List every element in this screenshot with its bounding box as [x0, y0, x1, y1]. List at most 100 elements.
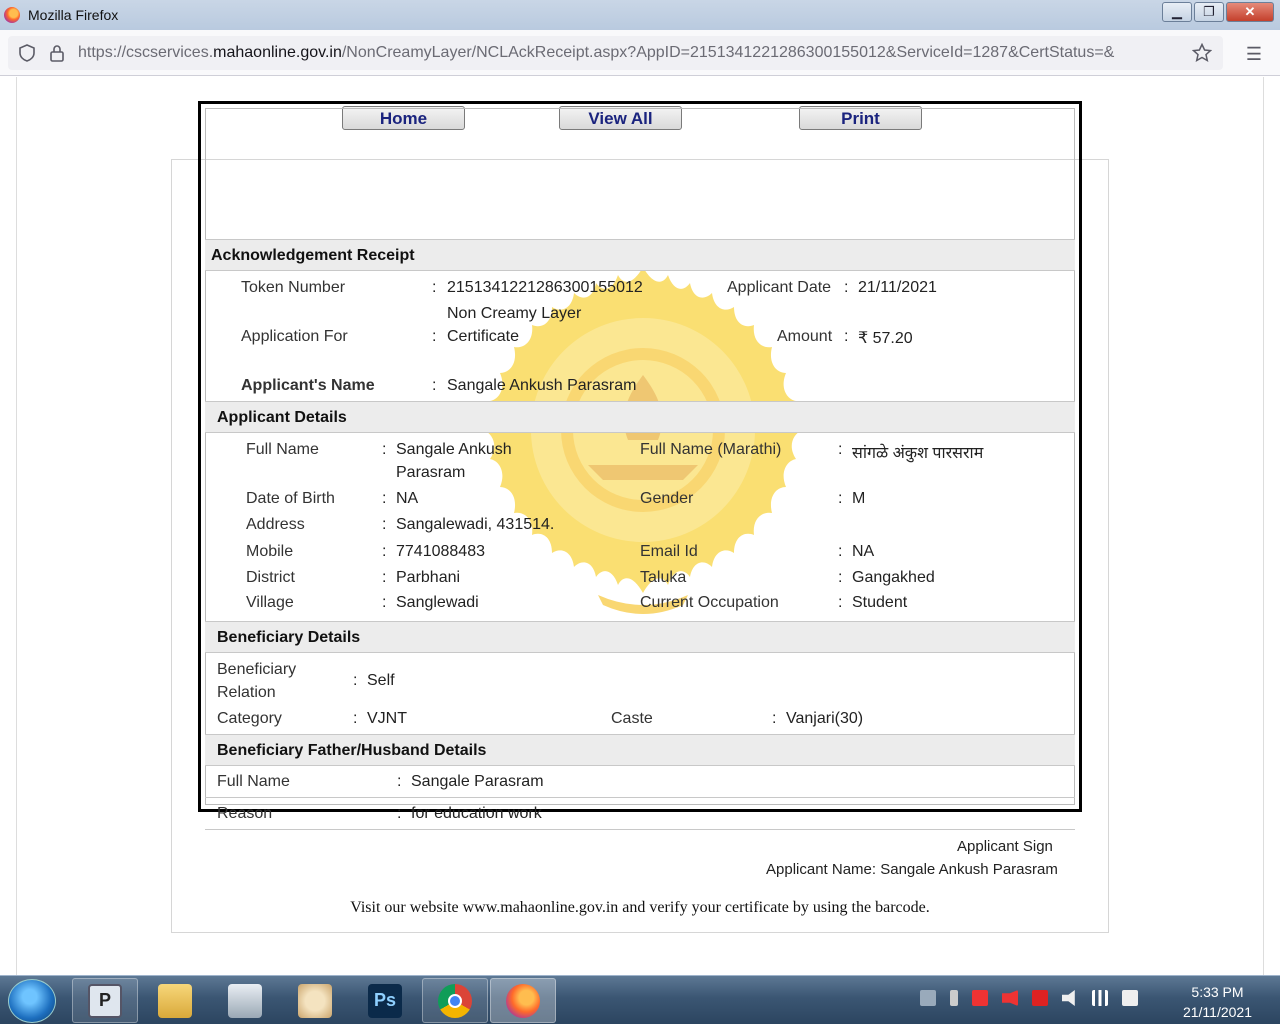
colon: :: [353, 672, 358, 689]
mobile-label: Mobile: [246, 543, 294, 560]
token-number-label: Token Number: [241, 279, 346, 296]
system-clock[interactable]: 5:33 PM 21/11/2021: [1183, 982, 1252, 1022]
district-value: Parbhani: [396, 569, 461, 586]
taskbar-photoshop[interactable]: Ps: [352, 978, 418, 1023]
beneficiary-relation-label-line1: Beneficiary: [217, 661, 297, 678]
colon: :: [838, 543, 843, 560]
taluka-label: Taluka: [640, 569, 687, 586]
page-border-left: [16, 77, 17, 975]
section-father-husband: Beneficiary Father/Husband Details: [205, 734, 1075, 766]
lock-icon[interactable]: [46, 42, 68, 64]
system-tray: [920, 990, 1152, 1006]
section-applicant-details: Applicant Details: [205, 401, 1075, 433]
page-border-right: [1263, 77, 1264, 975]
firefox-icon: [506, 983, 540, 1018]
taskbar-chrome[interactable]: [422, 978, 488, 1023]
full-name-marathi-label: Full Name (Marathi): [640, 441, 782, 458]
colon: :: [432, 279, 437, 296]
applicant-date-label: Applicant Date: [727, 279, 832, 296]
taskbar-scanner[interactable]: [212, 978, 278, 1023]
token-number-value: 2151341221286300155012: [447, 279, 643, 296]
colon: :: [397, 773, 402, 790]
beneficiary-relation-value: Self: [367, 672, 395, 689]
volume-icon[interactable]: [1062, 990, 1075, 1006]
network-signal-icon[interactable]: [1092, 990, 1108, 1006]
category-label: Category: [217, 710, 282, 727]
colon: :: [432, 328, 437, 345]
occupation-label: Current Occupation: [640, 594, 779, 611]
amount-label: Amount: [777, 328, 833, 345]
caste-value: Vanjari(30): [786, 710, 864, 727]
full-name-value-line2: Parasram: [396, 464, 466, 481]
verify-note: Visit our website www.mahaonline.gov.in …: [350, 899, 930, 916]
taskbar-file-explorer[interactable]: [142, 978, 208, 1023]
applicant-sign-name: Applicant Name: Sangale Ankush Parasram: [766, 861, 1058, 878]
email-value: NA: [852, 543, 875, 560]
colon: :: [382, 490, 387, 507]
occupation-value: Student: [852, 594, 908, 611]
colon: :: [838, 569, 843, 586]
folder-icon: [158, 983, 192, 1018]
colon: :: [432, 377, 437, 394]
reason-value: for education work: [411, 805, 542, 822]
tray-app-icon[interactable]: [920, 990, 936, 1006]
colon: :: [382, 516, 387, 533]
taskbar-photo-viewer[interactable]: P: [72, 978, 138, 1023]
taskbar-paint[interactable]: [282, 978, 348, 1023]
full-name-label: Full Name: [246, 441, 319, 458]
speaker-muted-icon[interactable]: [1002, 990, 1018, 1006]
father-full-name-label: Full Name: [217, 773, 290, 790]
gender-label: Gender: [640, 490, 694, 507]
category-value: VJNT: [367, 710, 407, 727]
row-divider: [205, 829, 1075, 830]
applicant-name-value: Sangale Ankush Parasram: [447, 377, 637, 394]
restore-button[interactable]: ❐: [1194, 2, 1224, 22]
colon: :: [838, 441, 843, 458]
photoshop-icon: Ps: [368, 983, 402, 1018]
gender-value: M: [852, 490, 866, 507]
url-bar[interactable]: https://cscservices.mahaonline.gov.in/No…: [8, 36, 1223, 70]
url-text[interactable]: https://cscservices.mahaonline.gov.in/No…: [78, 44, 1178, 62]
colon: :: [844, 328, 849, 345]
colon: :: [382, 543, 387, 560]
clock-date: 21/11/2021: [1182, 1004, 1252, 1020]
taluka-value: Gangakhed: [852, 569, 935, 586]
colon: :: [382, 569, 387, 586]
village-value: Sanglewadi: [396, 594, 479, 611]
start-button[interactable]: [8, 979, 56, 1023]
full-name-marathi-value: सांगळे अंकुश पारसराम: [852, 445, 984, 462]
application-for-value-line2: Certificate: [447, 328, 520, 345]
minimize-button[interactable]: ▁: [1162, 2, 1192, 22]
village-label: Village: [246, 594, 294, 611]
section-acknowledgement: Acknowledgement Receipt: [205, 239, 1075, 271]
colon: :: [838, 594, 843, 611]
reason-label: Reason: [217, 805, 273, 822]
row-divider: [205, 797, 1075, 798]
colon: :: [772, 710, 777, 727]
district-label: District: [246, 569, 295, 586]
application-for-label: Application For: [241, 328, 348, 345]
close-button[interactable]: ✕: [1226, 2, 1274, 22]
full-name-value-line1: Sangale Ankush: [396, 441, 512, 458]
navigation-bar: https://cscservices.mahaonline.gov.in/No…: [0, 30, 1280, 76]
window-title: Mozilla Firefox: [28, 7, 119, 23]
colon: :: [382, 594, 387, 611]
caste-label: Caste: [611, 710, 653, 727]
windows-taskbar: P Ps 5:33 PM 21/11/2021: [0, 975, 1280, 1024]
tracking-shield-icon[interactable]: [16, 42, 38, 64]
hamburger-menu-icon[interactable]: ☰: [1246, 44, 1262, 65]
colon: :: [397, 805, 402, 822]
search-tool-icon[interactable]: [1032, 990, 1048, 1006]
bookmark-star-icon[interactable]: [1191, 42, 1213, 64]
scanner-icon: [228, 983, 262, 1018]
dob-label: Date of Birth: [246, 490, 335, 507]
taskbar-firefox[interactable]: [490, 978, 556, 1023]
colon: :: [838, 490, 843, 507]
colon: :: [353, 710, 358, 727]
application-for-value-line1: Non Creamy Layer: [447, 305, 582, 322]
address-value: Sangalewadi, 431514.: [396, 516, 555, 533]
action-center-flag-icon[interactable]: [1122, 990, 1138, 1006]
usb-icon[interactable]: [950, 990, 958, 1006]
tray-antivirus-icon[interactable]: [972, 990, 988, 1006]
applicant-date-value: 21/11/2021: [858, 279, 937, 296]
